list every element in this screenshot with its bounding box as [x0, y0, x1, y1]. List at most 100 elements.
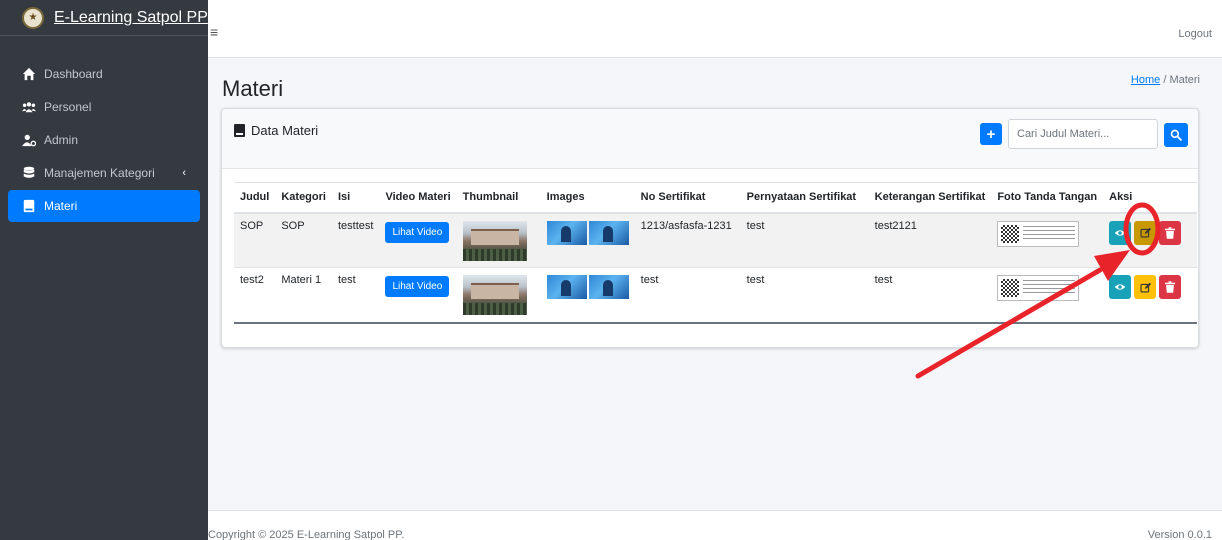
- materi-image: [546, 220, 587, 245]
- signature-image: [997, 275, 1080, 301]
- eye-icon: [1114, 229, 1126, 236]
- table-row: test2 Materi 1 test Lihat Video test tes…: [234, 267, 1198, 324]
- sidebar-item-label: Dashboard: [44, 67, 103, 81]
- book-icon: [22, 199, 36, 213]
- delete-button[interactable]: [1159, 220, 1182, 245]
- content-wrapper: Materi Home / Materi Data Materi + Judul…: [208, 58, 1222, 510]
- logo-emblem: ★: [22, 6, 44, 29]
- view-button[interactable]: [1109, 275, 1132, 299]
- cell-kategori: Materi 1: [275, 267, 332, 324]
- materi-image: [588, 220, 629, 245]
- view-button[interactable]: [1109, 220, 1132, 245]
- cell-foto-tanda-tangan: [991, 212, 1104, 268]
- sidebar-item-admin[interactable]: Admin: [8, 124, 200, 156]
- edit-icon: [1140, 282, 1151, 293]
- sidebar-item-label: Manajemen Kategori: [44, 166, 155, 180]
- home-icon: [22, 67, 36, 81]
- sidebar-item-label: Materi: [44, 199, 78, 213]
- column-header: Judul: [234, 182, 276, 214]
- table-header-row: Judul Kategori Isi Video Materi Thumbnai…: [234, 182, 1198, 214]
- search-button[interactable]: [1164, 123, 1188, 147]
- top-navbar: ≡ Logout: [208, 0, 1222, 58]
- cell-no-sertifikat: 1213/asfasfa-1231: [634, 212, 741, 268]
- cell-keterangan-sertifikat: test: [868, 267, 992, 324]
- card-title-text: Data Materi: [251, 123, 319, 138]
- signature-image: [997, 220, 1080, 247]
- search-icon: [1170, 129, 1182, 141]
- column-header: Thumbnail: [456, 182, 541, 214]
- logout-link[interactable]: Logout: [1178, 28, 1212, 40]
- edit-button[interactable]: [1134, 220, 1157, 245]
- thumbnail-image: [462, 275, 527, 315]
- cell-isi: testtest: [331, 212, 380, 268]
- sidebar: ★ E-Learning Satpol PP Dashboard Persone…: [0, 0, 208, 540]
- column-header: Video Materi: [379, 182, 457, 214]
- trash-icon: [1165, 226, 1176, 239]
- search-input[interactable]: [1008, 119, 1158, 149]
- cell-kategori: SOP: [275, 212, 332, 268]
- delete-button[interactable]: [1159, 275, 1182, 299]
- cell-video: Lihat Video: [379, 267, 457, 324]
- version-text: Version 0.0.1: [1147, 529, 1212, 540]
- cell-images: [540, 212, 635, 268]
- sidebar-item-dashboard[interactable]: Dashboard: [8, 58, 200, 90]
- lihat-video-button[interactable]: Lihat Video: [385, 221, 450, 243]
- data-materi-card: Data Materi + Judul Kategori Isi Video M…: [221, 108, 1199, 348]
- add-materi-button[interactable]: +: [980, 123, 1002, 145]
- hamburger-menu-icon[interactable]: ≡: [210, 24, 218, 40]
- sidebar-nav: Dashboard Personel Admin Manajemen Kateg…: [0, 36, 208, 222]
- cell-no-sertifikat: test: [634, 267, 741, 324]
- cell-keterangan-sertifikat: test2121: [868, 212, 992, 268]
- edit-icon: [1140, 227, 1151, 238]
- brand-link[interactable]: ★ E-Learning Satpol PP: [0, 0, 208, 36]
- cell-aksi: [1103, 267, 1198, 324]
- cell-aksi: [1103, 212, 1198, 268]
- card-title: Data Materi: [234, 123, 318, 138]
- materi-image: [588, 275, 629, 299]
- cell-images: [540, 267, 635, 324]
- sidebar-item-manajemen-kategori[interactable]: Manajemen Kategori ‹: [8, 157, 200, 189]
- sidebar-item-label: Personel: [44, 100, 92, 114]
- card-header: Data Materi +: [222, 109, 1198, 169]
- cell-pernyataan-sertifikat: test: [740, 267, 869, 324]
- database-icon: [22, 166, 36, 180]
- thumbnail-image: [462, 220, 527, 261]
- cell-thumbnail: [456, 212, 541, 268]
- cell-isi: test: [331, 267, 380, 324]
- footer: Copyright © 2025 E-Learning Satpol PP. V…: [208, 510, 1222, 540]
- cell-pernyataan-sertifikat: test: [740, 212, 869, 268]
- column-header: Foto Tanda Tangan: [991, 182, 1104, 214]
- sidebar-item-personel[interactable]: Personel: [8, 91, 200, 123]
- column-header: Kategori: [275, 182, 332, 214]
- cell-video: Lihat Video: [379, 212, 457, 268]
- brand-title[interactable]: E-Learning Satpol PP: [54, 9, 208, 27]
- column-header: Keterangan Sertifikat: [868, 182, 992, 214]
- column-header: Images: [540, 182, 635, 214]
- sidebar-item-label: Admin: [44, 133, 79, 147]
- cell-thumbnail: [456, 267, 541, 324]
- column-header: Isi: [331, 182, 380, 214]
- breadcrumb: Home / Materi: [1131, 74, 1200, 86]
- materi-table: Judul Kategori Isi Video Materi Thumbnai…: [234, 182, 1198, 324]
- breadcrumb-separator: /: [1163, 74, 1167, 86]
- materi-image: [546, 275, 587, 299]
- breadcrumb-current: Materi: [1169, 74, 1200, 86]
- cell-judul: SOP: [234, 212, 276, 268]
- users-icon: [22, 100, 36, 114]
- trash-icon: [1165, 281, 1176, 293]
- column-header: Aksi: [1103, 182, 1198, 214]
- column-header: No Sertifikat: [634, 182, 741, 214]
- column-header: Pernyataan Sertifikat: [740, 182, 869, 214]
- cell-foto-tanda-tangan: [991, 267, 1104, 324]
- chevron-left-icon: ‹: [182, 167, 186, 179]
- cell-judul: test2: [234, 267, 276, 324]
- sidebar-item-materi[interactable]: Materi: [8, 190, 200, 222]
- lihat-video-button[interactable]: Lihat Video: [385, 276, 450, 297]
- table-row: SOP SOP testtest Lihat Video 1213/asfasf…: [234, 212, 1198, 268]
- book-icon: [234, 124, 245, 137]
- copyright-text: Copyright © 2025 E-Learning Satpol PP.: [208, 529, 405, 540]
- page-title: Materi: [222, 76, 284, 101]
- user-gear-icon: [22, 133, 37, 147]
- edit-button[interactable]: [1134, 275, 1157, 299]
- breadcrumb-home-link[interactable]: Home: [1131, 74, 1160, 86]
